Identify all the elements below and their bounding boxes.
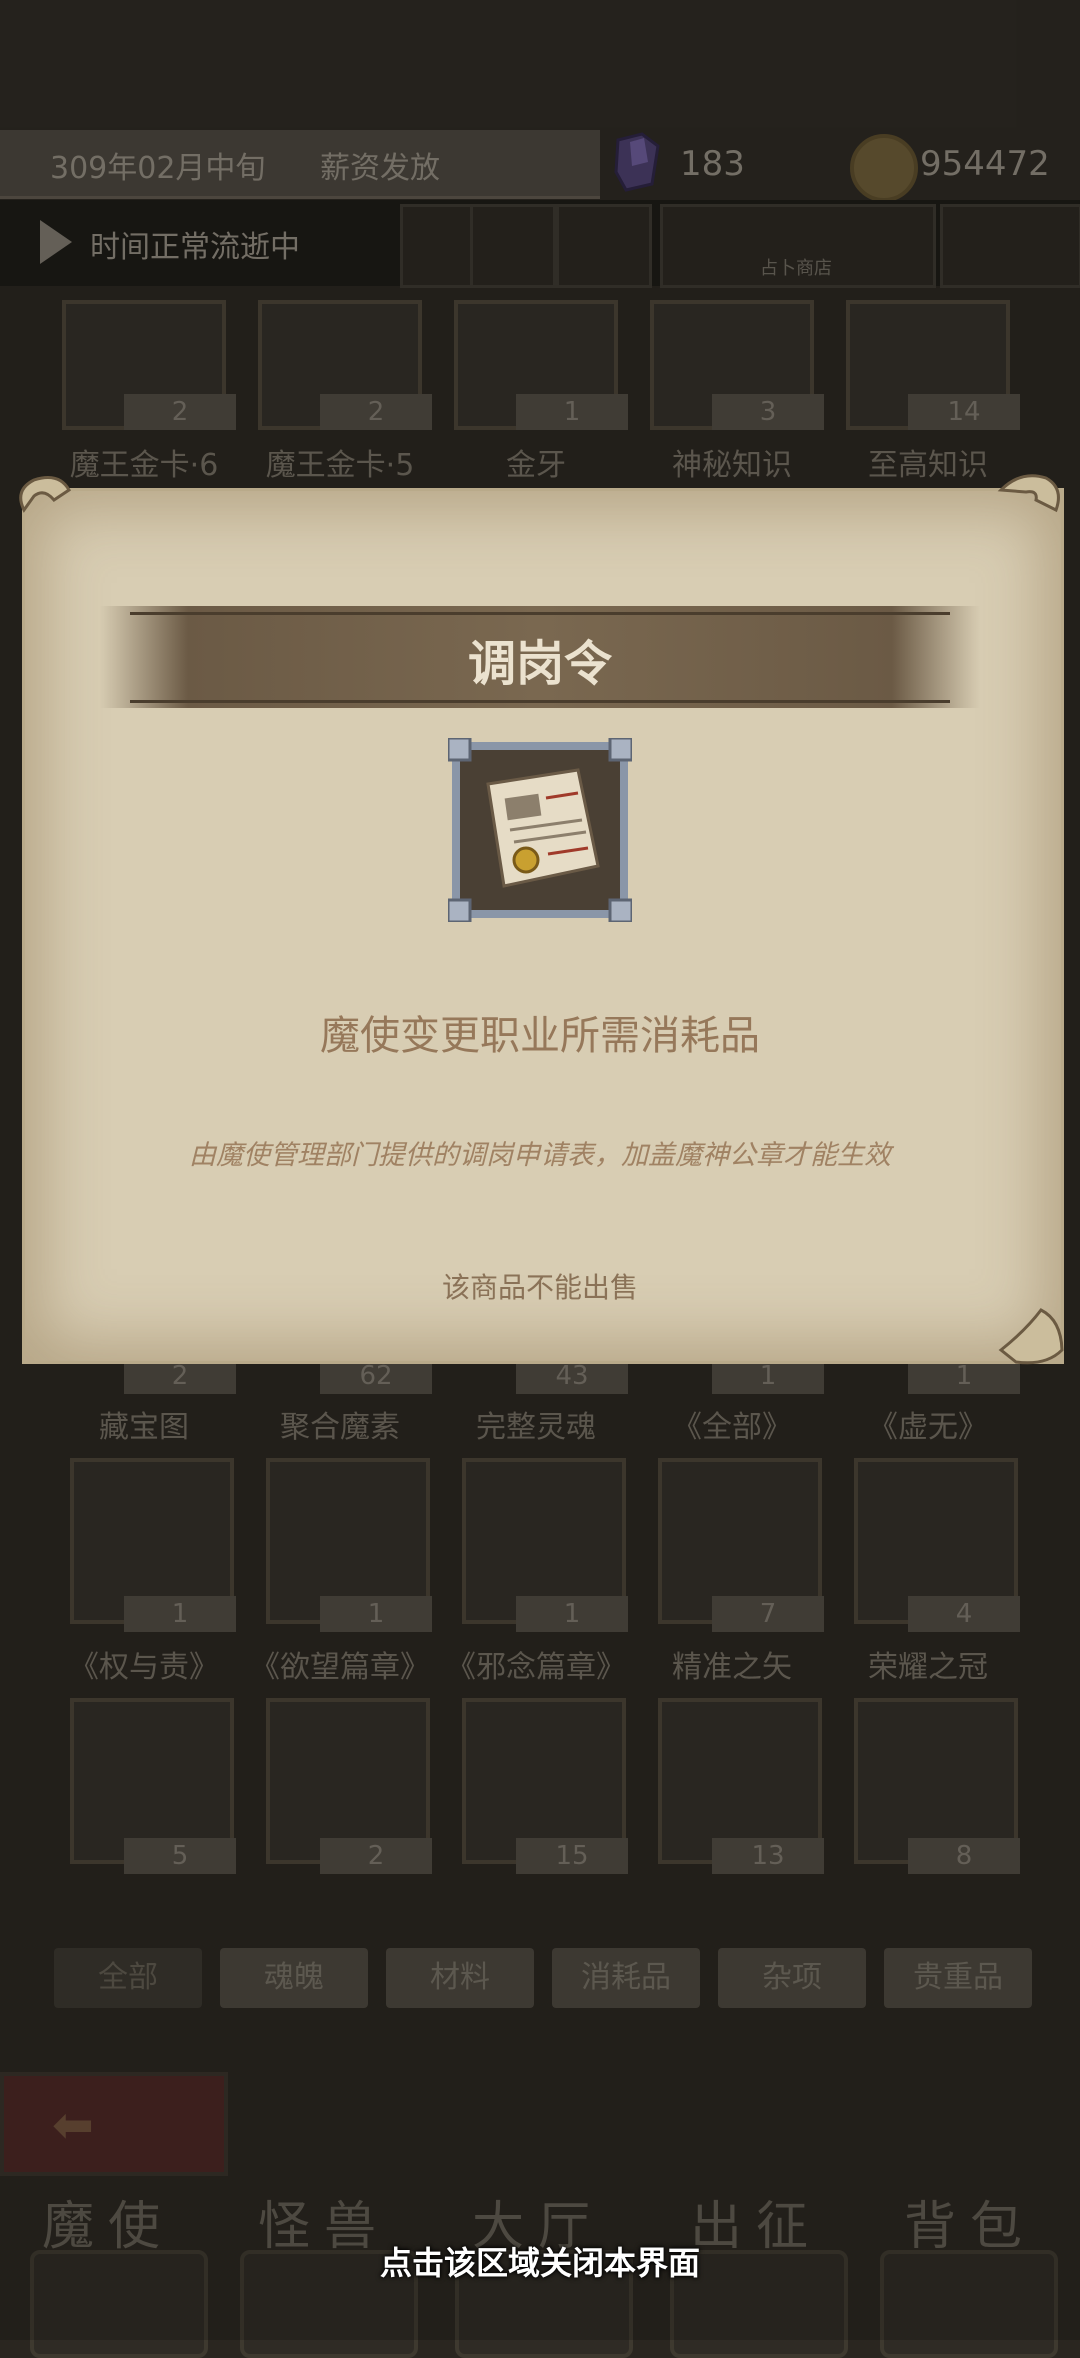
scroll-curl-icon [19,476,71,513]
item-description: 由魔使管理部门提供的调岗申请表，加盖魔神公章才能生效 [189,1140,891,1171]
banner-divider [130,612,950,615]
scroll-curl-icon [997,474,1060,513]
close-hint[interactable]: 点击该区域关闭本界面 [200,2238,880,2284]
scroll-curl-icon [998,1308,1064,1365]
item-title: 调岗令 [467,636,612,692]
banner-divider [130,700,950,703]
sell-note: 该商品不能出售 [441,1271,638,1304]
item-subtitle: 魔使变更职业所需消耗品 [320,1013,760,1059]
transfer-order-icon [448,738,632,922]
